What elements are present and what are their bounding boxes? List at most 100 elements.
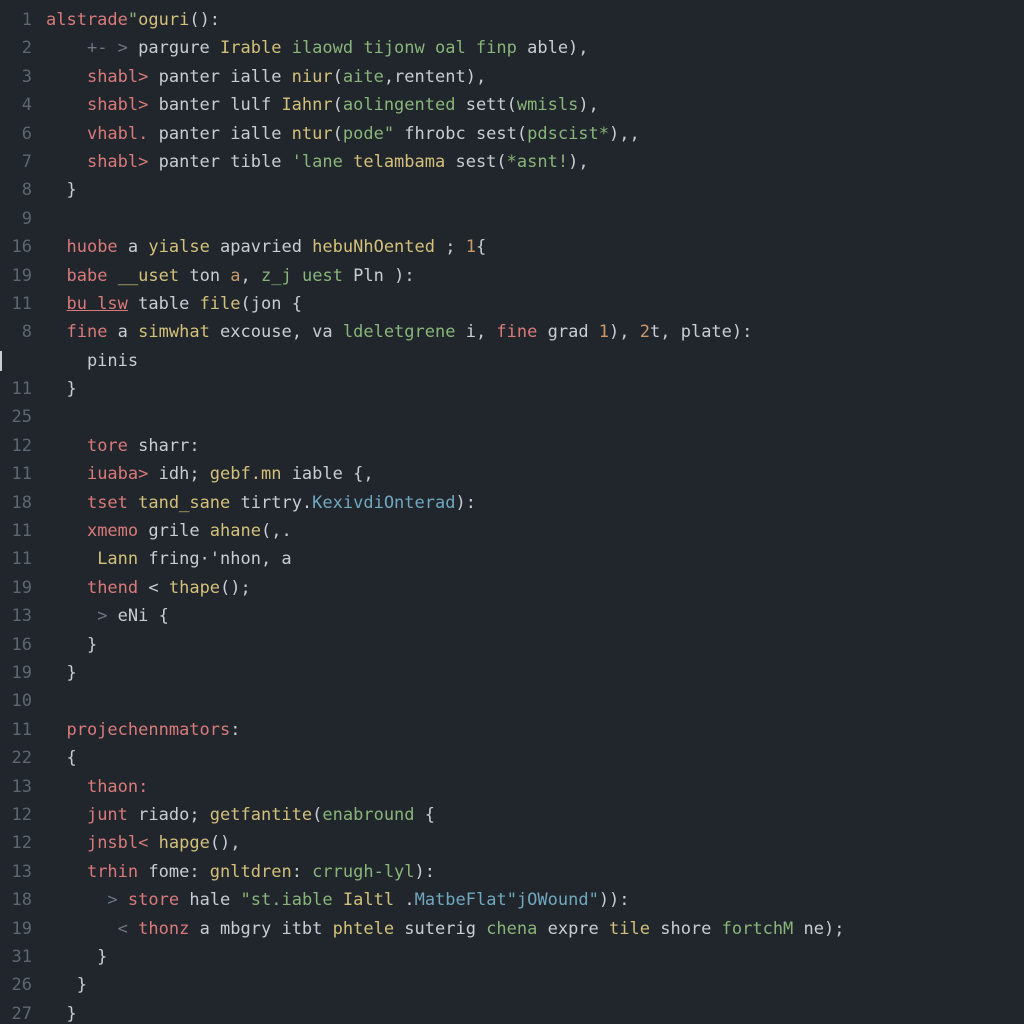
code-line[interactable]: Lann fring·'nhon, a — [46, 545, 1024, 573]
code-token: fome: — [138, 862, 210, 882]
line-number: 11 — [0, 716, 32, 744]
code-line[interactable]: alstrade"oguri(): — [46, 6, 1024, 34]
code-line[interactable]: bu lsw table file(jon { — [46, 290, 1024, 318]
code-token: > — [97, 606, 107, 626]
code-token — [46, 124, 87, 144]
code-token: : — [230, 720, 240, 740]
code-token: thend — [87, 578, 138, 598]
code-token: gnltdren — [210, 862, 292, 882]
line-number: 25 — [0, 403, 32, 431]
code-line[interactable]: iuaba> idh; gebf.mn iable {, — [46, 460, 1024, 488]
code-token: tile — [609, 919, 650, 939]
code-line[interactable]: fine a simwhat excouse, va ldeletgrene i… — [46, 318, 1024, 346]
line-number: 4 — [0, 91, 32, 119]
code-token: } — [46, 663, 77, 683]
code-token: fhrobc sest( — [394, 124, 527, 144]
code-area[interactable]: alstrade"oguri(): +- > pargure Irable il… — [46, 6, 1024, 1024]
code-line[interactable]: > store hale "st.iable Ialtl .MatbeFlat"… — [46, 886, 1024, 914]
code-token: fortchM — [722, 919, 794, 939]
code-line[interactable]: } — [46, 943, 1024, 971]
code-token: projechennmators — [66, 720, 230, 740]
code-token: { — [46, 748, 77, 768]
code-token: ( — [312, 805, 322, 825]
code-token: } — [46, 180, 77, 200]
code-token: { — [415, 805, 435, 825]
line-number: 19 — [0, 659, 32, 687]
code-editor[interactable]: 1234678916191181125121118111119131619101… — [0, 0, 1024, 1024]
code-line[interactable]: pinis — [46, 347, 1024, 375]
code-line[interactable]: babe __uset ton a, z_j uest Pln ): — [46, 262, 1024, 290]
code-token: pdscist* — [527, 124, 609, 144]
code-token: } — [46, 947, 107, 967]
code-line[interactable]: shabl> panter tible 'lane telambama sest… — [46, 148, 1024, 176]
code-token — [46, 919, 118, 939]
code-line[interactable]: trhin fome: gnltdren: crrugh-lyl): — [46, 858, 1024, 886]
code-line[interactable]: } — [46, 659, 1024, 687]
code-token: ): — [415, 862, 435, 882]
code-token: hebuNhOented — [312, 237, 435, 257]
code-token: shabl> — [87, 95, 148, 115]
code-token: (,. — [261, 521, 292, 541]
code-line[interactable]: shabl> panter ialle niur(aite,rentent), — [46, 63, 1024, 91]
code-line[interactable]: vhabl. panter ialle ntur(pode" fhrobc se… — [46, 120, 1024, 148]
code-token: ), — [568, 152, 588, 172]
code-token: panter ialle — [148, 124, 291, 144]
code-line[interactable]: tset tand_sane tirtry.KexivdiOnterad): — [46, 489, 1024, 517]
code-line[interactable]: } — [46, 176, 1024, 204]
code-token: 1 — [599, 322, 609, 342]
line-number: 16 — [0, 233, 32, 261]
code-token: shabl> — [87, 67, 148, 87]
code-token: suterig — [394, 919, 486, 939]
line-number: 1 — [0, 6, 32, 34]
code-line[interactable]: } — [46, 375, 1024, 403]
code-line[interactable]: < thonz a mbgry itbt phtele suterig chen… — [46, 915, 1024, 943]
code-token: +- > — [87, 38, 128, 58]
code-line[interactable]: > eNi { — [46, 602, 1024, 630]
code-token — [46, 67, 87, 87]
code-token — [46, 521, 87, 541]
code-token: panter ialle — [148, 67, 291, 87]
code-token: a — [118, 237, 149, 257]
code-line[interactable]: { — [46, 744, 1024, 772]
code-token: t, plate): — [650, 322, 752, 342]
code-token: trhin — [87, 862, 138, 882]
code-line[interactable]: shabl> banter lulf Iahnr(aolingented set… — [46, 91, 1024, 119]
code-token: thape — [169, 578, 220, 598]
code-token: ),, — [609, 124, 640, 144]
code-line[interactable]: junt riado; getfantite(enabround { — [46, 801, 1024, 829]
code-token: ), — [578, 95, 598, 115]
code-line[interactable] — [46, 687, 1024, 715]
code-line[interactable] — [46, 205, 1024, 233]
code-token: Ialtl — [343, 890, 394, 910]
code-line[interactable] — [46, 403, 1024, 431]
code-token: 'lane — [292, 152, 343, 172]
code-token — [107, 266, 117, 286]
code-token: MatbeFlat"jOWound" — [415, 890, 599, 910]
line-number: 11 — [0, 545, 32, 573]
code-line[interactable]: projechennmators: — [46, 716, 1024, 744]
code-line[interactable]: tore sharr: — [46, 432, 1024, 460]
code-line[interactable]: xmemo grile ahane(,. — [46, 517, 1024, 545]
code-token: aite — [343, 67, 384, 87]
code-token: ( — [333, 124, 343, 144]
code-line[interactable]: thend < thape(); — [46, 574, 1024, 602]
code-token: ): — [455, 493, 475, 513]
code-token: , — [241, 266, 261, 286]
code-line[interactable]: thaon: — [46, 773, 1024, 801]
code-token: thonz — [138, 919, 189, 939]
code-token: __uset — [118, 266, 179, 286]
code-token: } — [46, 635, 97, 655]
code-token: excouse, va — [210, 322, 343, 342]
code-token: aolingented — [343, 95, 456, 115]
code-token: yialse — [148, 237, 209, 257]
code-token: sett( — [455, 95, 516, 115]
code-line[interactable]: } — [46, 971, 1024, 999]
code-token — [46, 578, 87, 598]
code-line[interactable]: } — [46, 631, 1024, 659]
code-token: ahane — [210, 521, 261, 541]
code-token: Irable — [220, 38, 281, 58]
code-line[interactable]: huobe a yialse apavried hebuNhOented ; 1… — [46, 233, 1024, 261]
code-line[interactable]: jnsbl< hapge(), — [46, 829, 1024, 857]
code-line[interactable]: } — [46, 1000, 1024, 1024]
code-line[interactable]: +- > pargure Irable ilaowd tijonw oal fi… — [46, 34, 1024, 62]
